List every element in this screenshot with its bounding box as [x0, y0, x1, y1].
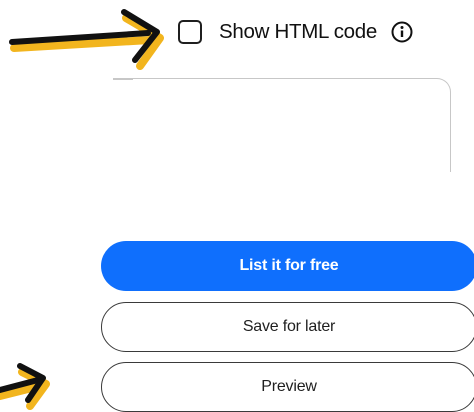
annotation-arrow-icon [0, 363, 50, 410]
show-html-label[interactable]: Show HTML code [219, 20, 377, 44]
info-icon[interactable] [391, 21, 413, 43]
textarea-border [113, 78, 133, 80]
listing-form-footer: Show HTML code List it for free Save for… [0, 0, 474, 412]
save-for-later-button[interactable]: Save for later [101, 302, 474, 352]
show-html-toggle-row: Show HTML code [178, 15, 413, 49]
html-code-textarea[interactable] [113, 78, 451, 172]
show-html-checkbox[interactable] [178, 20, 202, 44]
preview-button[interactable]: Preview [101, 362, 474, 412]
annotation-arrow-icon [9, 9, 164, 70]
list-it-for-free-button[interactable]: List it for free [101, 241, 474, 291]
